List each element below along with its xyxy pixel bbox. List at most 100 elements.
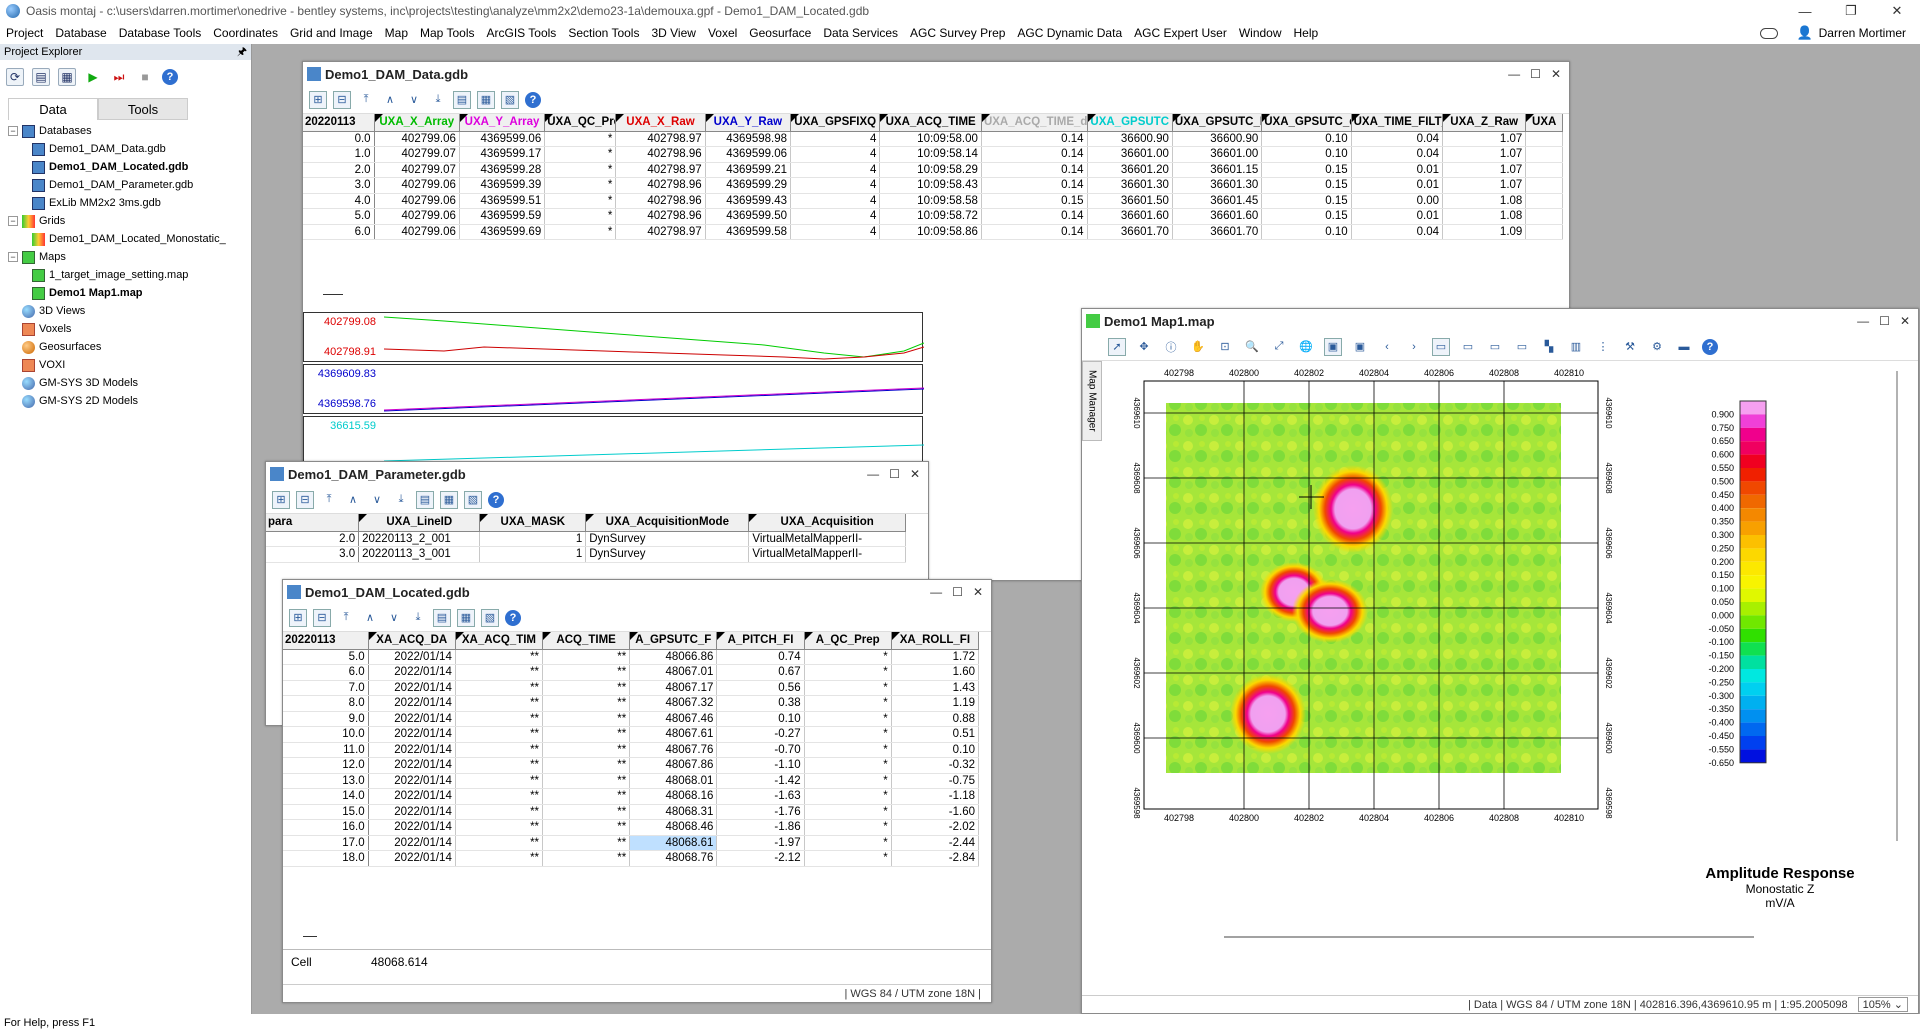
table-cell[interactable]: 0.0 bbox=[303, 131, 375, 147]
table-cell[interactable]: 2022/01/14 bbox=[368, 664, 456, 681]
column-header[interactable]: UXA_GPSUTC bbox=[1087, 114, 1173, 132]
table-cell[interactable]: VirtualMetalMapperII- bbox=[748, 531, 906, 547]
menu-agc-survey-prep[interactable]: AGC Survey Prep bbox=[904, 26, 1011, 40]
table-cell[interactable]: -0.75 bbox=[891, 773, 980, 789]
column-header[interactable]: UXA_GPSFIXQ bbox=[790, 114, 881, 132]
table-cell[interactable]: ** bbox=[542, 788, 631, 805]
table-cell[interactable]: 0.14 bbox=[981, 208, 1088, 225]
table-cell[interactable]: VirtualMetalMapperII- bbox=[748, 546, 906, 563]
table-cell[interactable]: 36601.30 bbox=[1172, 177, 1263, 194]
column-header[interactable]: UXA_AcquisitionMode bbox=[585, 514, 750, 532]
delete-line-icon[interactable]: ⊟ bbox=[333, 90, 351, 109]
help-icon[interactable]: ? bbox=[505, 609, 521, 626]
table-cell[interactable]: 2022/01/14 bbox=[368, 757, 456, 774]
table-cell[interactable]: -1.76 bbox=[716, 804, 805, 820]
table-cell[interactable]: 0.15 bbox=[1261, 177, 1352, 194]
table-cell[interactable]: 48066.86 bbox=[629, 649, 718, 665]
minimize-icon[interactable]: — bbox=[867, 467, 879, 481]
table-cell[interactable]: 402798.97 bbox=[615, 162, 706, 178]
table-cell[interactable]: 0.04 bbox=[1351, 224, 1444, 240]
run-all-icon[interactable]: ⏭ bbox=[110, 68, 128, 86]
table-cell[interactable]: ** bbox=[542, 835, 631, 851]
open-grid-icon[interactable]: ▦ bbox=[58, 68, 76, 86]
view-3-icon[interactable]: ▭ bbox=[1486, 338, 1504, 356]
menu-arcgis-tools[interactable]: ArcGIS Tools bbox=[481, 26, 563, 40]
table-cell[interactable]: ** bbox=[542, 711, 631, 727]
menu-agc-expert-user[interactable]: AGC Expert User bbox=[1128, 26, 1233, 40]
table-cell[interactable]: 4 bbox=[790, 224, 881, 240]
table-cell[interactable]: * bbox=[804, 711, 892, 727]
previous-line-icon[interactable]: ∧ bbox=[344, 491, 362, 509]
table-cell[interactable]: 402799.07 bbox=[374, 162, 460, 178]
map-manager-tab[interactable]: Map Manager bbox=[1082, 361, 1102, 441]
table-cell[interactable]: 2022/01/14 bbox=[368, 649, 456, 665]
table-cell[interactable]: 3.0 bbox=[266, 546, 360, 563]
table-cell[interactable]: 4369599.43 bbox=[705, 193, 792, 209]
menu-grid-and-image[interactable]: Grid and Image bbox=[284, 26, 379, 40]
column-header[interactable]: UXA_GPSUTC_FII bbox=[1172, 114, 1263, 132]
table-cell[interactable]: 36601.70 bbox=[1087, 224, 1173, 240]
table-cell[interactable]: 48067.32 bbox=[629, 695, 718, 712]
table-cell[interactable]: 10:09:58.43 bbox=[879, 177, 982, 194]
table-view-icon[interactable]: ▦ bbox=[457, 608, 475, 627]
table-cell[interactable]: 4369599.17 bbox=[459, 146, 546, 163]
channel-list-icon[interactable]: ▤ bbox=[416, 490, 434, 509]
menu-map[interactable]: Map bbox=[379, 26, 414, 40]
zoom-box-icon[interactable]: ⊡ bbox=[1216, 338, 1234, 356]
menu-map-tools[interactable]: Map Tools bbox=[414, 26, 480, 40]
open-database-icon[interactable]: ▤ bbox=[32, 68, 50, 86]
close-icon[interactable]: ✕ bbox=[973, 585, 983, 599]
tree-item[interactable]: Demo1_DAM_Located_Monostatic_ bbox=[8, 230, 251, 248]
zoom-select[interactable]: 105% ⌄ bbox=[1857, 997, 1908, 1012]
table-cell[interactable]: ** bbox=[455, 664, 544, 681]
table-cell[interactable]: 48068.16 bbox=[629, 788, 718, 805]
column-header[interactable]: A_GPSUTC_F bbox=[629, 632, 718, 650]
table-cell[interactable] bbox=[1525, 146, 1563, 163]
table-cell[interactable]: 402798.96 bbox=[615, 146, 706, 163]
table-cell[interactable]: 4369599.50 bbox=[705, 208, 792, 225]
select-arrow-icon[interactable]: ➚ bbox=[1108, 337, 1126, 356]
table-cell[interactable]: 2022/01/14 bbox=[368, 742, 456, 758]
table-cell[interactable]: 10:09:58.00 bbox=[879, 131, 982, 147]
table-cell[interactable]: 4369599.69 bbox=[459, 224, 546, 240]
table-cell[interactable]: * bbox=[544, 224, 617, 240]
table-cell[interactable]: 0.88 bbox=[891, 711, 980, 727]
profile-view-icon[interactable]: ▧ bbox=[464, 490, 482, 509]
table-cell[interactable]: 48067.86 bbox=[629, 757, 718, 774]
table-cell[interactable]: 1.07 bbox=[1442, 177, 1527, 194]
table-cell[interactable]: 48068.01 bbox=[629, 773, 718, 789]
settings-gear-icon[interactable]: ⚙ bbox=[1648, 338, 1666, 356]
column-header[interactable]: UXA_ACQ_TIME_di bbox=[981, 114, 1088, 132]
column-header[interactable]: UXA_X_Array bbox=[374, 114, 460, 132]
expand-toggle-icon[interactable]: − bbox=[8, 216, 18, 226]
tools-icon[interactable]: ⚒ bbox=[1621, 338, 1639, 356]
column-header[interactable]: UXA_MASK bbox=[479, 514, 587, 532]
table-cell[interactable]: 0.10 bbox=[891, 742, 980, 758]
column-header[interactable]: UXA bbox=[1525, 114, 1563, 132]
profile-view-icon[interactable]: ▧ bbox=[501, 90, 519, 109]
table-cell[interactable]: ** bbox=[542, 695, 631, 712]
menu-project[interactable]: Project bbox=[0, 26, 49, 40]
table-cell[interactable]: 0.01 bbox=[1351, 208, 1444, 225]
table-cell[interactable]: ** bbox=[455, 788, 544, 805]
table-cell[interactable]: 36601.00 bbox=[1087, 146, 1173, 163]
tree-item[interactable]: − Databases bbox=[8, 122, 251, 140]
parameter-spreadsheet[interactable]: para UXA_LineID UXA_MASK UXA_AcquisitionMod… bbox=[266, 514, 906, 563]
table-cell[interactable]: ** bbox=[542, 664, 631, 681]
table-cell[interactable]: 48068.46 bbox=[629, 819, 718, 836]
column-header[interactable]: UXA_Y_Raw bbox=[705, 114, 792, 132]
table-cell[interactable]: 36600.90 bbox=[1087, 131, 1173, 147]
table-cell[interactable]: 0.74 bbox=[716, 649, 805, 665]
table-cell[interactable]: 0.15 bbox=[981, 193, 1088, 209]
table-cell[interactable]: 2022/01/14 bbox=[368, 726, 456, 743]
expand-toggle-icon[interactable]: − bbox=[8, 252, 18, 262]
tree-item[interactable]: ExLib MM2x2 3ms.gdb bbox=[8, 194, 251, 212]
table-cell[interactable]: 10:09:58.14 bbox=[879, 146, 982, 163]
table-cell[interactable]: 4 bbox=[790, 162, 881, 178]
profile-panel-y[interactable]: 4369609.83 4369598.76 bbox=[303, 364, 924, 414]
table-cell[interactable]: 48067.17 bbox=[629, 680, 718, 696]
table-cell[interactable]: 4369599.39 bbox=[459, 177, 546, 194]
table-cell[interactable]: * bbox=[804, 649, 892, 665]
table-cell[interactable]: * bbox=[804, 742, 892, 758]
tree-item[interactable]: Geosurfaces bbox=[8, 338, 251, 356]
